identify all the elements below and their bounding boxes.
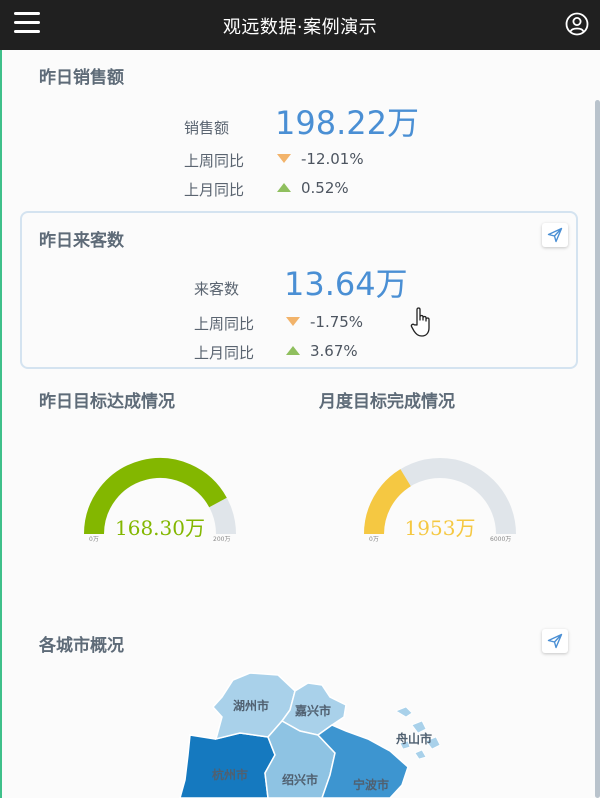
visitors-metric-label: 来客数 — [194, 280, 240, 298]
sales-title: 昨日销售额 — [39, 68, 124, 88]
city-map[interactable]: 湖州市 嘉兴市 舟山市 杭州市 绍兴市 宁波市 — [150, 655, 450, 798]
sales-metric-label: 销售额 — [184, 119, 230, 137]
user-icon[interactable] — [565, 12, 589, 36]
up-arrow-icon — [286, 346, 300, 355]
up-arrow-icon — [277, 183, 291, 192]
map-label-huzhou: 湖州市 — [233, 698, 269, 713]
hand-cursor-icon — [410, 307, 430, 337]
visitors-metric-value: 13.64万 — [284, 265, 408, 303]
map-label-jiaxing: 嘉兴市 — [294, 703, 331, 718]
visitors-week-value: -1.75% — [310, 313, 364, 331]
sales-week-label: 上周同比 — [184, 152, 245, 170]
map-region-hangzhou — [179, 732, 276, 798]
left-edge — [0, 50, 2, 798]
sales-month-value: 0.52% — [301, 179, 349, 197]
gauge-1-title: 昨日目标达成情况 — [39, 392, 175, 412]
visitors-week-label: 上周同比 — [194, 315, 255, 333]
gauge-2-min-label: 0万 — [369, 536, 379, 543]
send-icon — [547, 227, 563, 243]
gauge-2-max-label: 6000万 — [490, 536, 512, 543]
cities-title: 各城市概况 — [39, 636, 124, 656]
send-icon — [547, 633, 563, 649]
map-label-shaoxing: 绍兴市 — [282, 772, 318, 787]
app-title: 观远数据·案例演示 — [222, 17, 378, 38]
down-arrow-icon — [286, 317, 300, 326]
map-label-zhoushan: 舟山市 — [396, 731, 432, 746]
sales-week-value: -12.01% — [301, 150, 364, 168]
map-label-hangzhou: 杭州市 — [212, 767, 248, 782]
gauge-1-max-label: 200万 — [213, 536, 231, 543]
visitors-title: 昨日来客数 — [39, 231, 124, 251]
sales-metric-value: 198.22万 — [275, 104, 419, 142]
map-label-ningbo: 宁波市 — [353, 777, 389, 792]
visitors-month-value: 3.67% — [310, 342, 358, 360]
gauge-1-min-label: 0万 — [89, 536, 99, 543]
cities-share-button[interactable] — [542, 629, 568, 653]
sales-month-label: 上月同比 — [184, 181, 245, 199]
scrollbar[interactable] — [595, 100, 600, 798]
visitors-month-label: 上月同比 — [194, 344, 255, 362]
gauge-2-title: 月度目标完成情况 — [319, 392, 455, 412]
top-bar: 观远数据·案例演示 — [0, 0, 600, 50]
down-arrow-icon — [277, 154, 291, 163]
visitors-share-button[interactable] — [542, 223, 568, 247]
